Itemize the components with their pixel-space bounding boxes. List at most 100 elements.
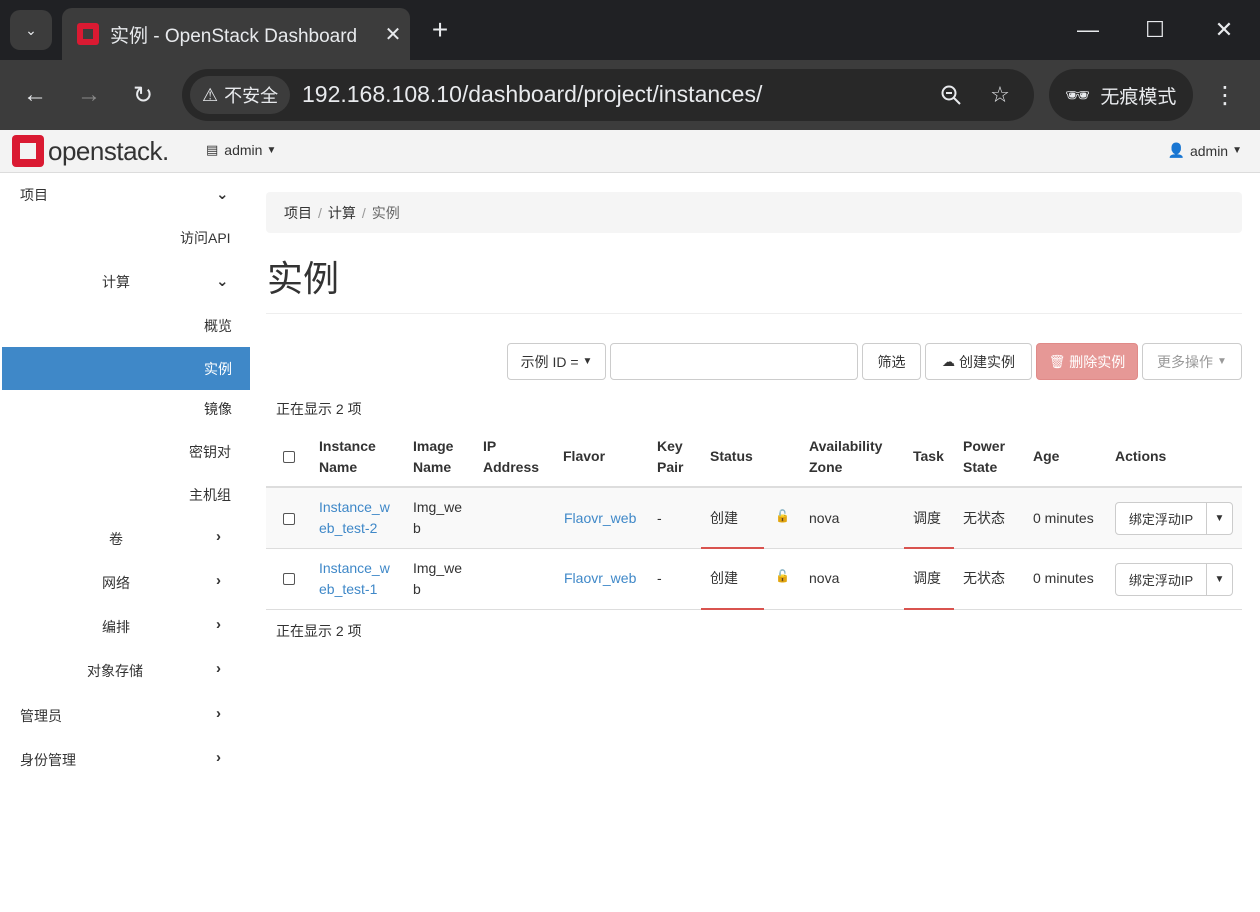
column-header-power-state[interactable]: Power State bbox=[963, 436, 1005, 478]
minimize-button[interactable]: — bbox=[1063, 10, 1113, 50]
new-tab-button[interactable]: + bbox=[424, 12, 456, 48]
trash-icon: 🗑 bbox=[1048, 353, 1066, 369]
status-cell: 创建 bbox=[710, 570, 738, 586]
reload-button[interactable]: ↻ bbox=[124, 76, 162, 114]
power-state-cell: 无状态 bbox=[963, 570, 1005, 586]
address-bar[interactable]: ⚠ 不安全 192.168.108.10/dashboard/project/i… bbox=[182, 69, 1034, 121]
status-progress-underline bbox=[701, 608, 764, 610]
breadcrumb: 项目 / 计算 / 实例 bbox=[266, 192, 1242, 233]
incognito-icon: 🕶 bbox=[1065, 84, 1091, 107]
url-text[interactable]: 192.168.108.10/dashboard/project/instanc… bbox=[302, 81, 762, 108]
column-header-ip-address[interactable]: IP Address bbox=[483, 436, 539, 478]
associate-floating-ip-button[interactable]: 绑定浮动IP bbox=[1115, 502, 1207, 535]
warning-icon: ⚠ bbox=[202, 84, 219, 105]
bookmark-star-icon[interactable]: ☆ bbox=[986, 81, 1014, 109]
chevron-right-icon[interactable]: › bbox=[216, 528, 221, 545]
chevron-down-icon[interactable]: ⌄ bbox=[216, 272, 229, 290]
sidebar-item-label: 实例 bbox=[204, 361, 232, 377]
sidebar-item-server-groups[interactable]: 主机组 bbox=[189, 473, 231, 517]
breadcrumb-item-project[interactable]: 项目 bbox=[284, 203, 312, 223]
column-header-task[interactable]: Task bbox=[913, 446, 944, 467]
header-text: Name bbox=[413, 459, 452, 475]
zoom-icon[interactable] bbox=[937, 81, 965, 109]
openstack-logo[interactable]: openstack. bbox=[12, 135, 169, 167]
sidebar-item-api-access[interactable]: 访问API bbox=[180, 216, 231, 260]
chevron-down-icon[interactable]: ⌄ bbox=[216, 185, 229, 203]
chevron-right-icon[interactable]: › bbox=[216, 660, 221, 677]
column-header-flavor[interactable]: Flavor bbox=[563, 446, 605, 467]
caret-down-icon: ▼ bbox=[1217, 356, 1227, 367]
row-checkbox[interactable] bbox=[283, 513, 295, 525]
filter-field-select[interactable]: 示例 ID = ▼ bbox=[507, 343, 606, 380]
openstack-logo-icon bbox=[12, 135, 44, 167]
more-actions-button[interactable]: 更多操作 ▼ bbox=[1142, 343, 1242, 380]
cell-text: b bbox=[413, 581, 421, 597]
browser-tab-bar: ⌄ 实例 - OpenStack Dashboard ✕ + — ☐ ✕ bbox=[0, 0, 1260, 60]
column-header-age[interactable]: Age bbox=[1033, 446, 1059, 467]
sidebar-item-project[interactable]: 项目 bbox=[20, 173, 48, 217]
action-label: 绑定浮动IP bbox=[1128, 512, 1194, 527]
filter-button[interactable]: 筛选 bbox=[862, 343, 921, 380]
project-dropdown[interactable]: ▤ admin ▼ bbox=[206, 142, 276, 158]
availability-zone-cell: nova bbox=[809, 510, 840, 526]
sidebar-item-images[interactable]: 镜像 bbox=[204, 387, 232, 431]
browser-tab[interactable]: 实例 - OpenStack Dashboard ✕ bbox=[62, 8, 410, 60]
select-all-checkbox[interactable] bbox=[283, 451, 295, 463]
insecure-label: 不安全 bbox=[224, 86, 279, 106]
back-button[interactable]: ← bbox=[16, 76, 54, 114]
sidebar-item-object-store[interactable]: 对象存储 bbox=[87, 649, 143, 693]
column-header-availability-zone[interactable]: Availability Zone bbox=[809, 436, 882, 478]
close-window-button[interactable]: ✕ bbox=[1199, 10, 1249, 50]
sidebar-item-admin[interactable]: 管理员 bbox=[20, 694, 62, 738]
sidebar-item-overview[interactable]: 概览 bbox=[204, 304, 232, 348]
chevron-right-icon[interactable]: › bbox=[216, 749, 221, 766]
sidebar-item-network[interactable]: 网络 bbox=[102, 561, 130, 605]
status-cell: 创建 bbox=[710, 510, 738, 526]
chevron-right-icon[interactable]: › bbox=[216, 616, 221, 633]
delete-instances-button[interactable]: 🗑 删除实例 bbox=[1036, 343, 1138, 380]
table-row: Instance_w eb_test-2 Img_we b Flaovr_web… bbox=[266, 488, 1242, 549]
header-text: Name bbox=[319, 459, 358, 475]
tab-search-button[interactable]: ⌄ bbox=[10, 10, 52, 50]
list-icon: ▤ bbox=[206, 142, 219, 157]
sidebar-item-label: 计算 bbox=[102, 274, 130, 290]
sidebar-item-identity[interactable]: 身份管理 bbox=[20, 738, 76, 782]
sidebar-item-instances-label[interactable]: 实例 bbox=[204, 347, 232, 391]
user-dropdown[interactable]: 👤 admin ▼ bbox=[1168, 142, 1242, 159]
instance-name-link[interactable]: Instance_w eb_test-2 bbox=[319, 497, 390, 539]
row-actions-dropdown[interactable]: ▼ bbox=[1206, 563, 1233, 596]
maximize-button[interactable]: ☐ bbox=[1130, 10, 1180, 50]
column-header-image-name[interactable]: Image Name bbox=[413, 436, 453, 478]
flavor-link[interactable]: Flaovr_web bbox=[564, 568, 636, 589]
column-header-key-pair[interactable]: Key Pair bbox=[657, 436, 683, 478]
sidebar-item-keypairs[interactable]: 密钥对 bbox=[189, 430, 231, 474]
chevron-right-icon[interactable]: › bbox=[216, 705, 221, 722]
sidebar-item-label: 主机组 bbox=[189, 487, 231, 503]
column-header-instance-name[interactable]: Instance Name bbox=[319, 436, 376, 478]
lock-icon: 🔓 bbox=[775, 509, 790, 523]
header-text: Availability bbox=[809, 438, 883, 454]
sidebar-item-compute[interactable]: 计算 bbox=[102, 260, 130, 304]
filter-input[interactable] bbox=[610, 343, 858, 380]
more-actions-label: 更多操作 bbox=[1157, 353, 1214, 370]
associate-floating-ip-button[interactable]: 绑定浮动IP bbox=[1115, 563, 1207, 596]
flavor-link[interactable]: Flaovr_web bbox=[564, 508, 636, 529]
row-checkbox[interactable] bbox=[283, 573, 295, 585]
forward-button[interactable]: → bbox=[70, 76, 108, 114]
chevron-right-icon[interactable]: › bbox=[216, 572, 221, 589]
instance-name-link[interactable]: Instance_w eb_test-1 bbox=[319, 558, 390, 600]
tab-close-icon[interactable]: ✕ bbox=[376, 22, 410, 47]
row-actions-dropdown[interactable]: ▼ bbox=[1206, 502, 1233, 535]
cell-text: eb_test-2 bbox=[319, 520, 378, 536]
incognito-indicator[interactable]: 🕶 无痕模式 bbox=[1049, 69, 1193, 121]
breadcrumb-item-compute[interactable]: 计算 bbox=[328, 203, 356, 223]
sidebar-item-label: 项目 bbox=[20, 187, 48, 203]
browser-menu-icon[interactable]: ⋮ bbox=[1210, 76, 1240, 114]
column-header-status[interactable]: Status bbox=[710, 446, 753, 467]
launch-instance-button[interactable]: ☁ 创建实例 bbox=[925, 343, 1032, 380]
sidebar-item-volumes[interactable]: 卷 bbox=[109, 517, 123, 561]
sidebar-item-orchestration[interactable]: 编排 bbox=[102, 605, 130, 649]
sidebar-item-label: 卷 bbox=[109, 531, 123, 547]
page-title: 实例 bbox=[267, 258, 340, 299]
security-indicator[interactable]: ⚠ 不安全 bbox=[190, 76, 291, 114]
